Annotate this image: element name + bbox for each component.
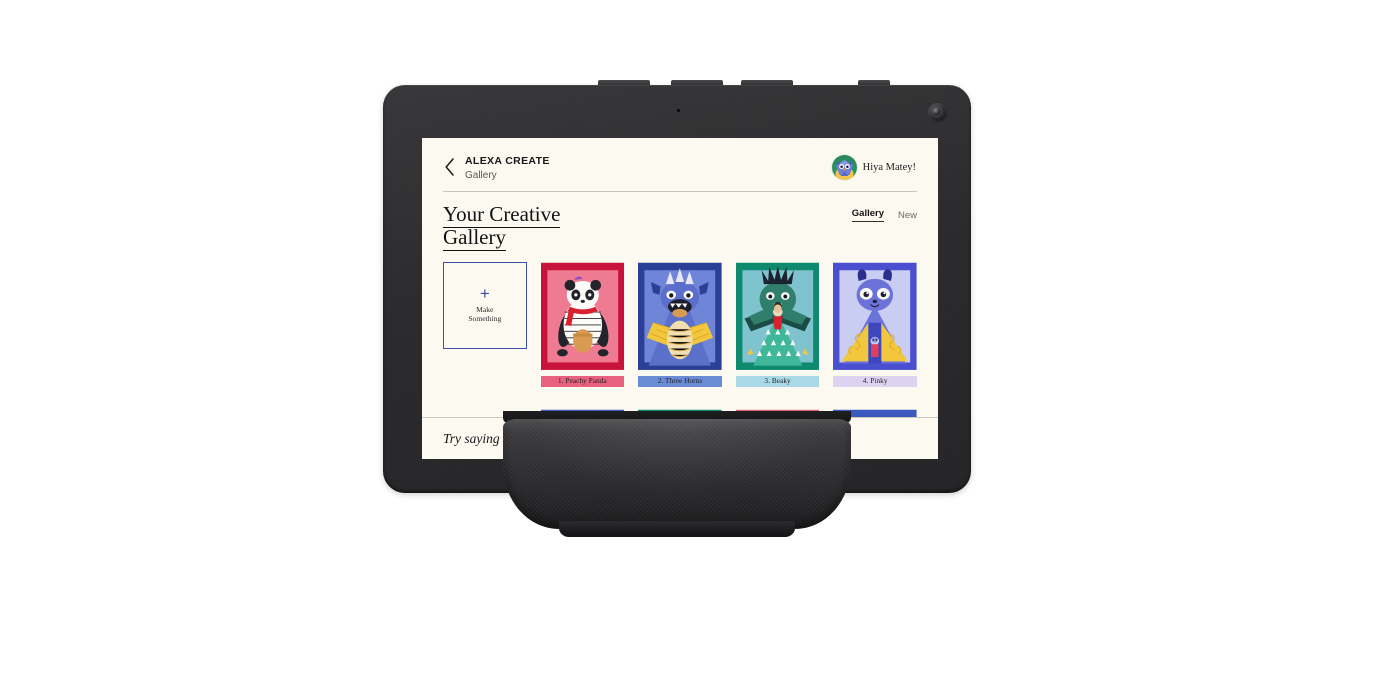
artwork-beaky[interactable]	[735, 262, 820, 371]
screenshot-stage: ALEXA CREATE Gallery Hiya Matey! Your Cr…	[0, 0, 1400, 700]
speaker-foot	[559, 521, 795, 537]
page-title-row: Your Creative Gallery Gallery New	[422, 192, 938, 251]
page-title: Your Creative Gallery	[443, 202, 561, 251]
view-tabs: Gallery New	[851, 203, 917, 222]
make-something-label: Make Something	[468, 305, 502, 324]
microphone-icon	[677, 109, 680, 112]
page-title-line2: Gallery	[443, 225, 506, 251]
artwork-caption[interactable]: 4. Pinky	[833, 375, 917, 387]
artwork-three-horns[interactable]	[638, 262, 722, 371]
app-title: ALEXA CREATE	[465, 155, 550, 167]
artwork-pinky[interactable]	[833, 262, 917, 371]
make-something-cell: + Make Something	[443, 262, 527, 387]
profile-area[interactable]: Hiya Matey!	[831, 155, 916, 180]
make-something-button[interactable]: + Make Something	[443, 262, 527, 349]
artwork-caption[interactable]: 3. Beaky	[735, 375, 820, 387]
plus-icon: +	[479, 284, 490, 304]
device-speaker-base	[383, 411, 971, 541]
front-camera-icon	[928, 103, 947, 122]
gallery-grid-row1: + Make Something 1. Peachy Panda 2. Thre…	[422, 249, 938, 387]
artwork-caption[interactable]: 2. Three Horns	[638, 375, 722, 387]
greeting-text: Hiya Matey!	[862, 162, 916, 173]
chevron-left-icon[interactable]	[443, 156, 456, 178]
artwork-peachy-panda[interactable]	[540, 262, 625, 371]
app-header: ALEXA CREATE Gallery Hiya Matey!	[422, 138, 938, 183]
gallery-item: 4. Pinky	[833, 262, 917, 387]
app-subtitle: Gallery	[465, 170, 497, 181]
artwork-caption[interactable]: 1. Peachy Panda	[540, 375, 625, 387]
tab-gallery[interactable]: Gallery	[851, 208, 884, 222]
speaker-body	[503, 419, 851, 529]
owl-avatar-icon[interactable]	[831, 155, 857, 180]
tab-new[interactable]: New	[898, 210, 917, 221]
gallery-item: 2. Three Horns	[638, 262, 722, 387]
gallery-item: 3. Beaky	[735, 262, 820, 387]
header-titles: ALEXA CREATE Gallery	[465, 155, 550, 183]
gallery-item: 1. Peachy Panda	[540, 262, 625, 387]
